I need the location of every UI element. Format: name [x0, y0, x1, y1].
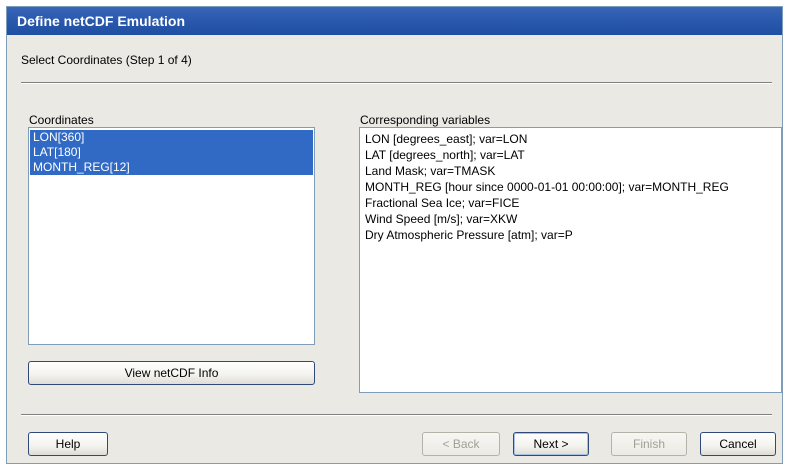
- dialog-title: Define netCDF Emulation: [7, 7, 782, 35]
- next-button[interactable]: Next >: [513, 432, 589, 456]
- help-button[interactable]: Help: [28, 432, 108, 456]
- coordinates-list[interactable]: LON[360] LAT[180] MONTH_REG[12]: [28, 127, 315, 345]
- coordinate-item-lon[interactable]: LON[360]: [30, 130, 313, 145]
- variable-item: MONTH_REG [hour since 0000-01-01 00:00:0…: [365, 180, 729, 194]
- corresponding-variables-label: Corresponding variables: [360, 113, 491, 127]
- finish-button[interactable]: Finish: [611, 432, 687, 456]
- bottom-separator: [21, 414, 772, 416]
- variable-item: Fractional Sea Ice; var=FICE: [365, 196, 520, 210]
- view-netcdf-info-button[interactable]: View netCDF Info: [28, 361, 315, 385]
- coordinate-item-month-reg[interactable]: MONTH_REG[12]: [30, 160, 313, 175]
- variable-item: LON [degrees_east]; var=LON: [365, 132, 528, 146]
- cancel-button[interactable]: Cancel: [700, 432, 776, 456]
- variable-item: Land Mask; var=TMASK: [365, 164, 496, 178]
- step-label: Select Coordinates (Step 1 of 4): [21, 53, 192, 67]
- define-netcdf-emulation-dialog: Define netCDF Emulation Select Coordinat…: [6, 6, 783, 464]
- variable-item: Dry Atmospheric Pressure [atm]; var=P: [365, 228, 573, 242]
- coordinates-label: Coordinates: [29, 113, 94, 127]
- corresponding-variables-list: LON [degrees_east]; var=LON LAT [degrees…: [359, 127, 782, 393]
- back-button[interactable]: < Back: [422, 432, 500, 456]
- variable-item: Wind Speed [m/s]; var=XKW: [365, 212, 518, 226]
- variable-item: LAT [degrees_north]; var=LAT: [365, 148, 525, 162]
- top-separator: [21, 82, 772, 84]
- coordinate-item-lat[interactable]: LAT[180]: [30, 145, 313, 160]
